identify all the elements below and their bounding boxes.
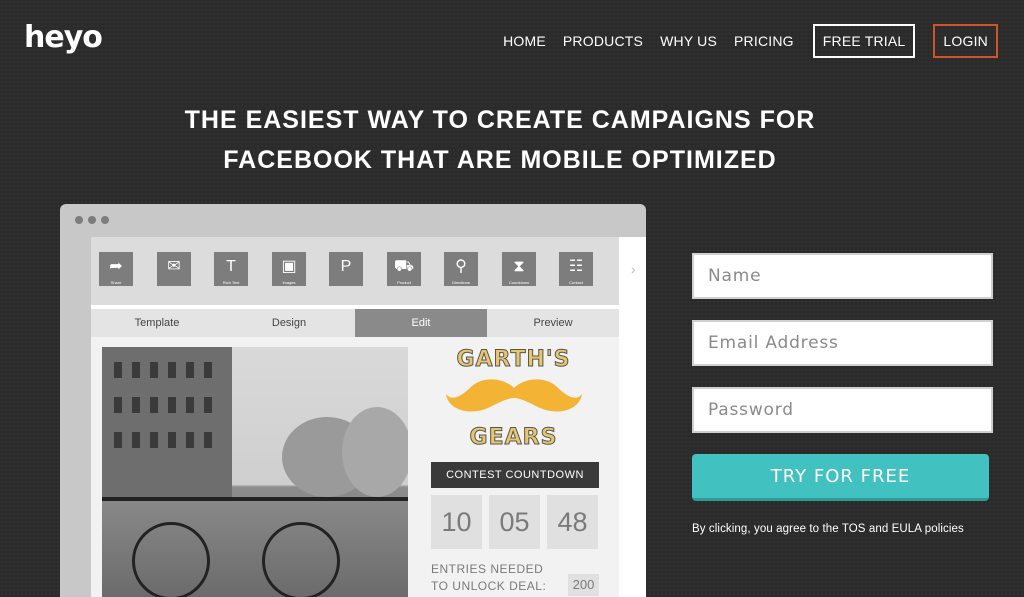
window-dots bbox=[75, 216, 114, 224]
email-field[interactable] bbox=[692, 320, 993, 366]
signup-form: TRY FOR FREE By clicking, you agree to t… bbox=[692, 253, 993, 535]
name-field[interactable] bbox=[692, 253, 993, 299]
contact-book-icon: ☷ Contact bbox=[559, 252, 593, 286]
password-field[interactable] bbox=[692, 387, 993, 433]
hero-line-1: THE EASIEST WAY TO CREATE CAMPAIGNS FOR bbox=[184, 106, 816, 134]
hero-line-2: FACEBOOK THAT ARE MOBILE OPTIMIZED bbox=[223, 146, 777, 174]
step-design: Design bbox=[271, 317, 307, 329]
image-icon: ▣ Images bbox=[272, 252, 306, 286]
hero-headline: THE EASIEST WAY TO CREATE CAMPAIGNS FOR … bbox=[0, 100, 1000, 180]
nav-products[interactable]: PRODUCTS bbox=[563, 33, 643, 49]
wizard-steps: Template Design Edit Preview bbox=[91, 309, 619, 337]
countdown-title: CONTEST COUNTDOWN bbox=[431, 462, 599, 488]
text-icon: T Rich Text bbox=[214, 252, 248, 286]
chevron-right-icon: › bbox=[631, 261, 636, 277]
mail-icon: ✉ bbox=[157, 252, 191, 286]
cart-icon: ⛟ Product bbox=[387, 252, 421, 286]
map-pin-icon: ⚲ Directions bbox=[444, 252, 478, 286]
garths-gears-logo: GARTH'S GEARS bbox=[436, 347, 591, 451]
countdown-seconds: 48 bbox=[547, 495, 598, 549]
mockup-screen: ➦ Share ✉ T Rich Text ▣ Images P ⛟ Product ⚲… bbox=[91, 237, 646, 597]
step-template: Template bbox=[134, 317, 180, 329]
login-button[interactable]: LOGIN bbox=[933, 24, 998, 58]
entries-value: 200 bbox=[568, 574, 599, 596]
share-icon: ➦ Share bbox=[99, 252, 133, 286]
entries-label: ENTRIES NEEDED TO UNLOCK DEAL: bbox=[431, 562, 547, 593]
hourglass-icon: ⧗ Countdown bbox=[502, 252, 536, 286]
countdown-hours: 10 bbox=[431, 495, 482, 549]
paypal-icon: P bbox=[329, 252, 363, 286]
app-mockup: ➦ Share ✉ T Rich Text ▣ Images P ⛟ Product ⚲… bbox=[60, 204, 646, 597]
nav-pricing[interactable]: PRICING bbox=[734, 33, 794, 49]
step-preview: Preview bbox=[533, 317, 573, 329]
try-for-free-button[interactable]: TRY FOR FREE bbox=[692, 454, 989, 501]
mustache-icon bbox=[445, 379, 582, 412]
nav-home[interactable]: HOME bbox=[503, 33, 546, 49]
terms-text: By clicking, you agree to the TOS and EU… bbox=[692, 523, 964, 535]
countdown-minutes: 05 bbox=[489, 495, 540, 549]
heyo-logo[interactable]: heyo bbox=[24, 20, 103, 55]
main-nav: HOME PRODUCTS WHY US PRICING FREE TRIAL … bbox=[503, 24, 998, 58]
free-trial-button[interactable]: FREE TRIAL bbox=[812, 24, 916, 58]
canal-bike-photo bbox=[102, 347, 408, 597]
step-edit: Edit bbox=[355, 309, 487, 337]
campaign-preview: GARTH'S GEARS CONTEST COUNTDOWN 10 05 48… bbox=[91, 337, 619, 597]
widget-toolbar: ➦ Share ✉ T Rich Text ▣ Images P ⛟ Product ⚲… bbox=[91, 237, 619, 305]
nav-why-us[interactable]: WHY US bbox=[660, 33, 717, 49]
